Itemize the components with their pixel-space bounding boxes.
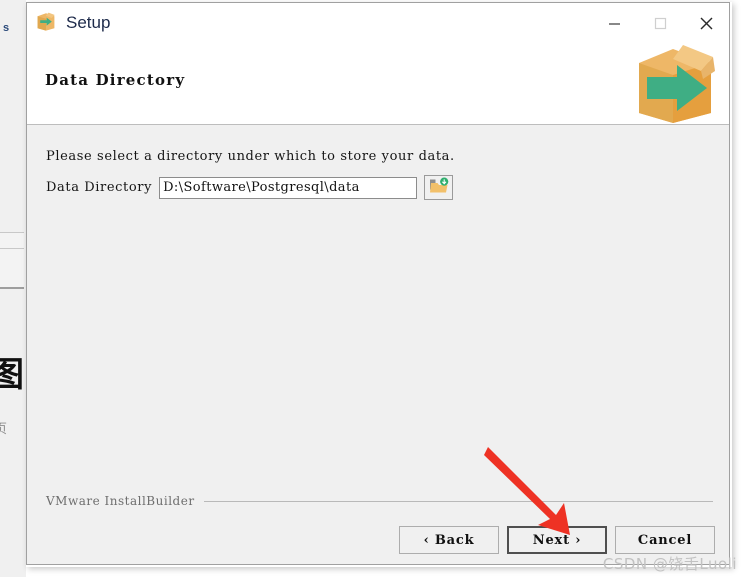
header-band: Data Directory bbox=[27, 43, 729, 125]
maximize-button[interactable] bbox=[637, 3, 683, 43]
background-label-fragment: 页 bbox=[0, 422, 8, 437]
maximize-icon bbox=[654, 17, 666, 29]
minimize-icon bbox=[608, 22, 620, 25]
background-divider-a bbox=[0, 232, 24, 233]
cancel-button[interactable]: Cancel bbox=[615, 526, 715, 554]
footer-brand-row: VMware InstallBuilder bbox=[46, 494, 713, 508]
dialog-button-bar: ‹ Back Next › Cancel bbox=[399, 526, 715, 554]
footer-brand-label: VMware InstallBuilder bbox=[46, 494, 195, 508]
browse-folder-button[interactable] bbox=[424, 175, 454, 200]
back-button[interactable]: ‹ Back bbox=[399, 526, 499, 554]
open-folder-icon bbox=[429, 177, 449, 198]
window-controls bbox=[591, 3, 729, 43]
data-directory-row: Data Directory bbox=[46, 175, 454, 200]
background-heading-fragment: 图 bbox=[0, 355, 24, 395]
close-icon bbox=[700, 17, 712, 29]
content-pane: Please select a directory under which to… bbox=[27, 125, 729, 486]
page-title: Data Directory bbox=[45, 71, 186, 89]
background-divider-b bbox=[0, 248, 24, 249]
background-panel-fragment bbox=[0, 233, 24, 287]
background-divider-c bbox=[0, 287, 24, 289]
close-button[interactable] bbox=[683, 3, 729, 43]
installbuilder-logo bbox=[627, 41, 719, 125]
data-directory-input[interactable] bbox=[159, 176, 418, 199]
instruction-text: Please select a directory under which to… bbox=[46, 149, 455, 164]
title-bar-left: Setup bbox=[27, 10, 110, 37]
setup-window: Setup Data Directory Please select a dir… bbox=[26, 2, 730, 565]
footer-area: VMware InstallBuilder ‹ Back Next › Canc… bbox=[27, 486, 729, 564]
next-button[interactable]: Next › bbox=[507, 526, 607, 554]
minimize-button[interactable] bbox=[591, 3, 637, 43]
background-tab-fragment: s bbox=[3, 22, 10, 34]
footer-separator bbox=[203, 500, 713, 502]
data-directory-label: Data Directory bbox=[46, 180, 153, 195]
install-box-arrow-icon bbox=[35, 10, 57, 37]
window-title: Setup bbox=[66, 13, 111, 32]
title-bar[interactable]: Setup bbox=[27, 3, 729, 43]
